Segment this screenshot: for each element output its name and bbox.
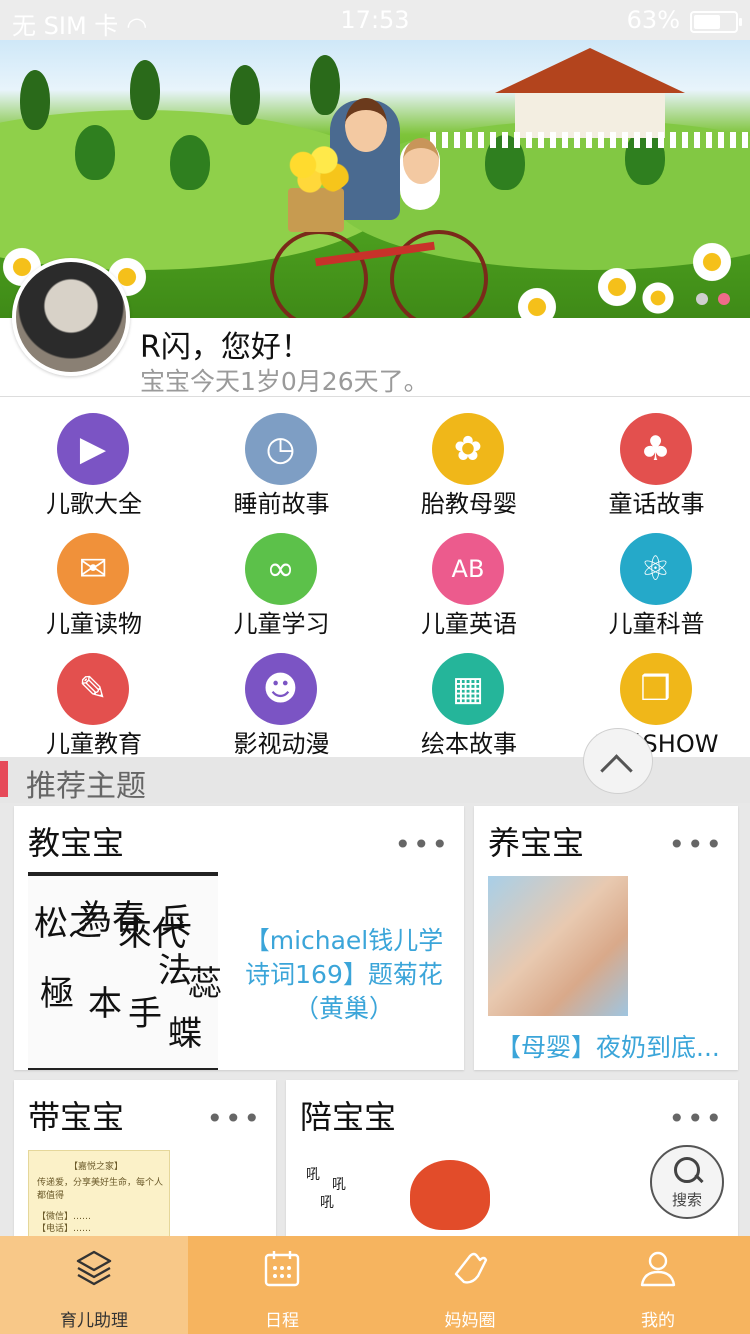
category-item[interactable]: AB 儿童英语 [375,517,563,638]
tab-label: 妈妈圈 [444,1311,496,1331]
user-icon [640,1251,676,1287]
photos-icon: ❒ [619,653,692,725]
video-icon: ▶ [57,413,129,485]
teddy-bear-icon: ☻ [244,653,317,725]
category-item[interactable]: ✉ 儿童读物 [0,517,188,638]
more-icon[interactable]: ••• [668,1102,724,1135]
cartoon-image: 吼 吼 吼 [300,1150,500,1240]
category-item[interactable]: ▶ 儿歌大全 [0,397,188,518]
tab-mom-circle[interactable]: 妈妈圈 [376,1236,564,1334]
pacifier-icon: ✿ [432,413,504,485]
category-label: 绘本故事 [421,730,517,758]
category-item[interactable]: ◷ 睡前故事 [188,397,376,518]
category-grid: ▶ 儿歌大全 ◷ 睡前故事 ✿ 胎教母婴 ♣ 童话故事 ✉ 儿童读物 ∞ 儿童学习 AB 儿童英语 ⚛ 儿童科… [0,397,750,758]
category-label: 睡前故事 [233,490,330,518]
search-label: 搜索 [671,1191,702,1209]
chat-icon: ✉ [57,533,129,605]
user-profile-header: R闪，您好！ 宝宝今天1岁0月26天了。 [0,258,750,397]
category-label: 儿歌大全 [46,490,142,518]
category-item[interactable]: ⚛ 儿童科普 [563,517,750,638]
calligraphy-image: 松之 為春 來代 兵法 蕊 極 本 手 蝶 [28,872,222,1070]
glasses-icon: ∞ [244,533,317,605]
carousel-indicator [686,290,730,309]
section-title: 推荐主题 [26,769,146,804]
category-label: 儿童读物 [46,610,142,638]
card-title: 教宝宝 [28,824,125,862]
tab-me[interactable]: 我的 [564,1236,750,1334]
collapse-button[interactable] [583,728,653,794]
card-title: 带宝宝 [28,1098,125,1136]
tab-label: 我的 [641,1311,675,1331]
search-icon [674,1157,700,1183]
house-illustration [495,48,685,138]
image-icon: ▦ [432,653,504,725]
battery-icon [690,11,742,33]
card-title: 养宝宝 [488,824,585,862]
card-caption[interactable]: 【michael钱儿学诗词169】题菊花（黄巢） [234,924,454,1026]
category-item[interactable]: ∞ 儿童学习 [188,517,376,638]
topic-card-raise[interactable]: 养宝宝 ••• 【母婴】夜奶到底... [474,806,738,1070]
baby-age-text: 宝宝今天1岁0月26天了。 [140,367,429,396]
greeting-text: R闪，您好！ [140,330,311,365]
carousel-dot-active[interactable] [718,293,730,305]
category-label: 影视动漫 [233,730,330,758]
category-item[interactable]: ♣ 童话故事 [563,397,750,518]
tab-label: 日程 [265,1311,299,1331]
bottom-tab-bar: 育儿助理 日程 妈妈圈 我的 [0,1236,750,1334]
category-item[interactable]: ✿ 胎教母婴 [375,397,563,518]
abc-cube-icon: AB [432,533,504,605]
category-item[interactable]: ✎ 儿童教育 [0,637,188,758]
more-icon[interactable]: ••• [394,828,450,861]
edit-note-icon: ✎ [57,653,129,725]
tab-schedule[interactable]: 日程 [188,1236,376,1334]
card-title: 陪宝宝 [300,1098,397,1136]
status-bar: 无 SIM 卡 ◠ 17:53 63% [0,0,750,40]
more-icon[interactable]: ••• [206,1102,262,1135]
topic-card-carry[interactable]: 带宝宝 ••• 【嘉悦之家】 传递爱，分享美好生命，每个人都值得 【微信】…… … [14,1080,276,1240]
carousel-dot[interactable] [696,293,708,305]
chevron-up-icon [600,754,633,787]
hand-icon [454,1252,488,1284]
category-label: 童话故事 [608,490,705,518]
battery-percent: 63% [626,6,680,34]
category-label: 儿童科普 [608,610,705,638]
note-image: 【嘉悦之家】 传递爱，分享美好生命，每个人都值得 【微信】…… 【电话】…… [28,1150,170,1240]
tab-parenting-assistant[interactable]: 育儿助理 [0,1236,188,1334]
breastfeeding-image [488,876,628,1016]
category-item[interactable]: ▦ 绘本故事 [375,637,563,758]
avatar[interactable] [12,258,130,376]
search-button[interactable]: 搜索 [650,1145,724,1219]
topic-card-teach[interactable]: 教宝宝 ••• 松之 為春 來代 兵法 蕊 極 本 手 蝶 【michael钱儿… [14,806,464,1070]
tab-label: 育儿助理 [60,1311,128,1331]
clock-icon: ◷ [244,413,317,485]
card-caption[interactable]: 【母婴】夜奶到底... [496,1028,736,1064]
category-item[interactable]: ☻ 影视动漫 [188,637,376,758]
category-label: 儿童教育 [46,730,142,758]
atom-icon: ⚛ [619,533,692,605]
category-label: 儿童学习 [233,610,330,638]
more-icon[interactable]: ••• [668,828,724,861]
section-accent-bar [0,761,8,797]
layers-icon [76,1250,112,1286]
category-label: 儿童英语 [421,610,517,638]
category-label: 胎教母婴 [421,490,517,518]
tree-icon: ♣ [619,413,692,485]
calendar-icon [264,1251,300,1287]
